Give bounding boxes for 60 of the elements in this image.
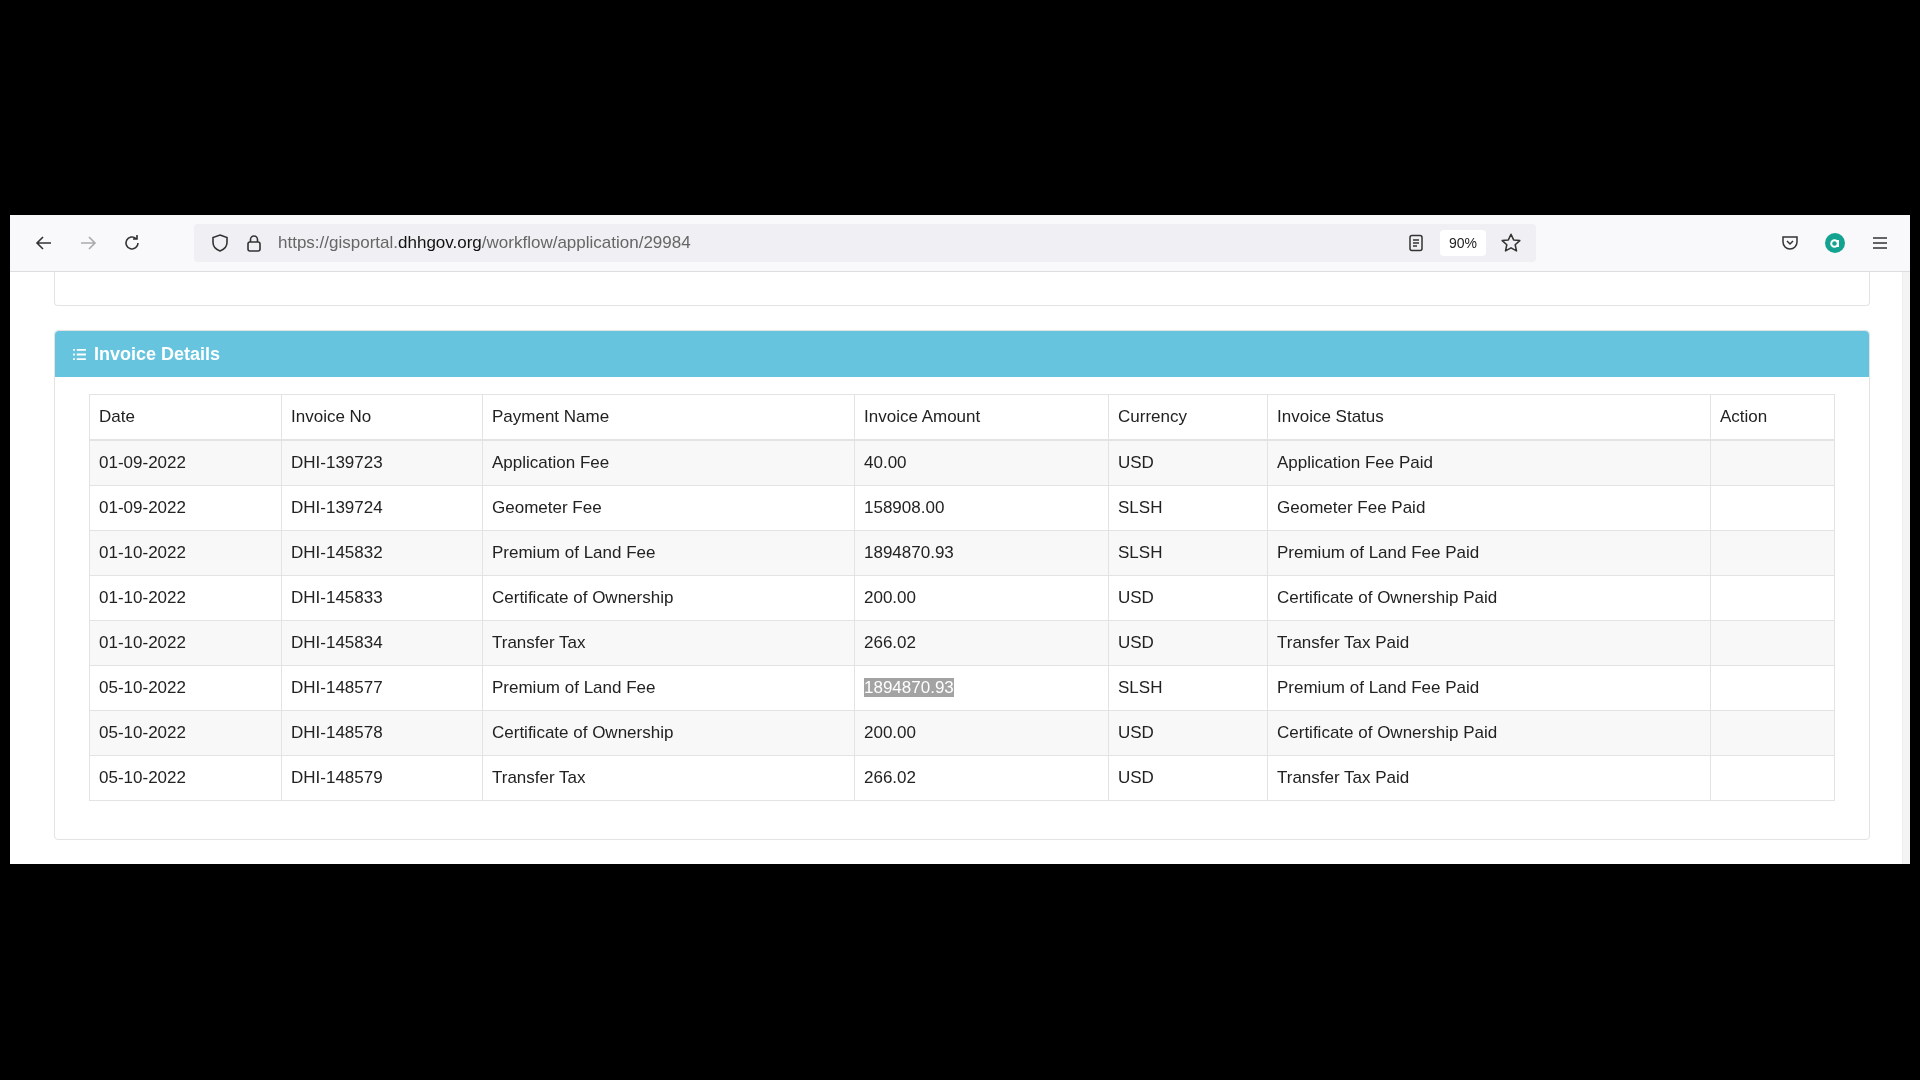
table-cell: 05-10-2022 (89, 710, 282, 756)
table-cell: Certificate of Ownership Paid (1267, 575, 1711, 621)
table-cell: DHI-139723 (281, 440, 483, 486)
table-cell: 200.00 (854, 710, 1109, 756)
star-icon[interactable] (1500, 232, 1522, 254)
table-cell: DHI-139724 (281, 485, 483, 531)
table-cell: DHI-145833 (281, 575, 483, 621)
table-cell: Premium of Land Fee (482, 665, 855, 711)
table-cell: Transfer Tax Paid (1267, 755, 1711, 801)
table-cell: 266.02 (854, 620, 1109, 666)
table-cell: 01-10-2022 (89, 530, 282, 576)
lock-icon[interactable] (244, 233, 264, 253)
table-cell: Premium of Land Fee Paid (1267, 665, 1711, 711)
table-cell: 266.02 (854, 755, 1109, 801)
table-cell: 40.00 (854, 440, 1109, 486)
table-cell: DHI-148579 (281, 755, 483, 801)
table-cell: USD (1108, 710, 1268, 756)
table-cell: DHI-145834 (281, 620, 483, 666)
table-cell: SLSH (1108, 665, 1268, 711)
list-icon (73, 348, 86, 360)
table-cell: SLSH (1108, 530, 1268, 576)
table-cell: 1894870.93 (854, 665, 1109, 711)
table-cell: 158908.00 (854, 485, 1109, 531)
table-cell: Application Fee Paid (1267, 440, 1711, 486)
table-cell: DHI-148578 (281, 710, 483, 756)
table-cell: SLSH (1108, 485, 1268, 531)
table-cell: 200.00 (854, 575, 1109, 621)
table-cell: 01-09-2022 (89, 440, 282, 486)
table-cell: Certificate of Ownership Paid (1267, 710, 1711, 756)
pocket-icon[interactable] (1780, 233, 1800, 253)
table-cell: Premium of Land Fee Paid (1267, 530, 1711, 576)
table-cell: Transfer Tax (482, 755, 855, 801)
table-cell: 01-10-2022 (89, 620, 282, 666)
table-cell: USD (1108, 620, 1268, 666)
table-cell: USD (1108, 755, 1268, 801)
table-cell: USD (1108, 440, 1268, 486)
account-icon[interactable] (1824, 232, 1846, 254)
table-cell: 05-10-2022 (89, 665, 282, 711)
table-cell: 05-10-2022 (89, 755, 282, 801)
table-cell: Geometer Fee (482, 485, 855, 531)
table-cell: 01-10-2022 (89, 575, 282, 621)
table-cell: DHI-145832 (281, 530, 483, 576)
table-cell: Geometer Fee Paid (1267, 485, 1711, 531)
zoom-level-button[interactable]: 90% (1439, 230, 1486, 256)
table-cell: Certificate of Ownership (482, 575, 855, 621)
reload-icon[interactable] (122, 233, 142, 253)
table-cell: Certificate of Ownership (482, 710, 855, 756)
table-cell: Application Fee (482, 440, 855, 486)
shield-icon[interactable] (210, 233, 230, 253)
address-bar[interactable]: https://gisportal.dhhgov.org/workflow/application/29984 90% (194, 224, 1536, 262)
table-cell: USD (1108, 575, 1268, 621)
table-cell: 1894870.93 (854, 530, 1109, 576)
table-cell: Transfer Tax (482, 620, 855, 666)
panel-title: Invoice Details (94, 343, 221, 365)
url-text: https://gisportal.dhhgov.org/workflow/application/29984 (278, 233, 691, 253)
scrollbar[interactable] (1902, 272, 1910, 864)
table-cell: 01-09-2022 (89, 485, 282, 531)
table-cell: Transfer Tax Paid (1267, 620, 1711, 666)
table-cell: DHI-148577 (281, 665, 483, 711)
table-cell: Premium of Land Fee (482, 530, 855, 576)
